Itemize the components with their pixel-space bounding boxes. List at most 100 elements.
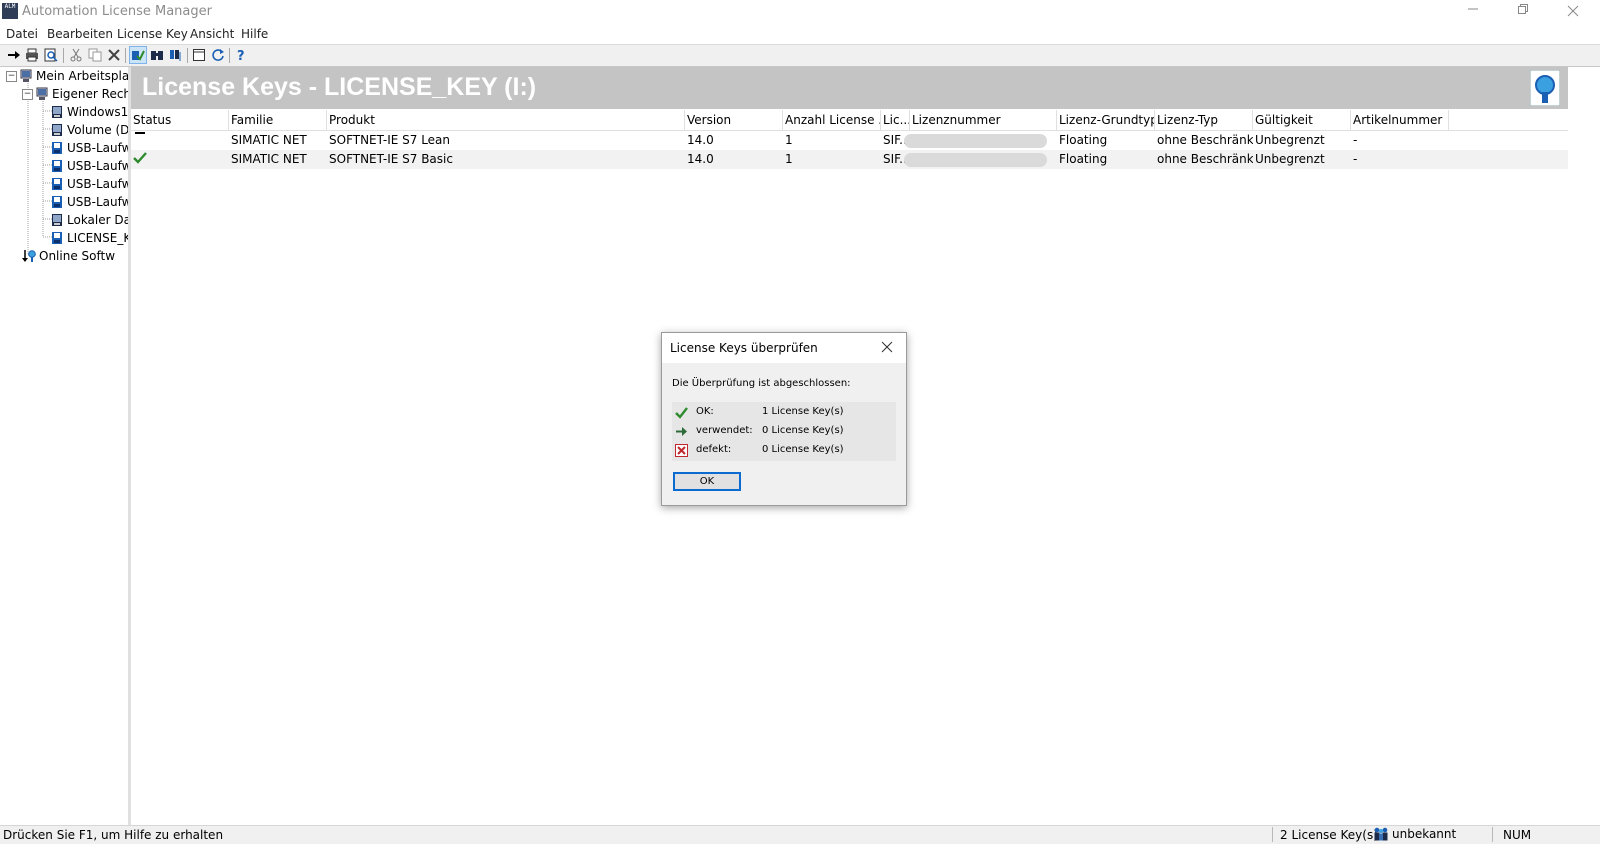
status-help-text: Drücken Sie F1, um Hilfe zu erhalten (3, 828, 224, 842)
print-icon (26, 48, 38, 62)
menu-hilfe[interactable]: Hilfe (241, 27, 268, 41)
binoculars-button[interactable] (149, 47, 165, 63)
result-row-ok: OK: 1 License Key(s) (672, 403, 896, 422)
table-row[interactable]: SIMATIC NET SOFTNET-IE S7 Lean 14.0 1 SIF...… (131, 131, 1568, 150)
cut-button[interactable] (68, 47, 84, 63)
window-button[interactable] (191, 47, 207, 63)
column-header-lic[interactable]: Lic... (881, 110, 910, 130)
column-header-lizenznummer[interactable]: Lizenznummer (910, 110, 1057, 130)
help-button[interactable]: ? (233, 47, 249, 63)
status-state-text: unbekannt (1392, 827, 1457, 841)
tree-item-label: USB-Laufw (67, 141, 131, 155)
cell-lizenznummer (904, 131, 1057, 150)
error-x-icon (675, 444, 688, 457)
column-header-familie[interactable]: Familie (229, 110, 327, 130)
table-row[interactable]: SIMATIC NET SOFTNET-IE S7 Basic 14.0 1 SIF..… (131, 150, 1568, 169)
column-header-produkt[interactable]: Produkt (327, 110, 685, 130)
grid-header: Status Familie Produkt Version Anzahl Licens… (131, 110, 1568, 131)
redacted-license-number (904, 134, 1047, 148)
menu-datei[interactable]: Datei (6, 27, 38, 41)
menu-bar: Datei Bearbeiten License Key Ansicht Hil… (0, 24, 1600, 45)
print-preview-button[interactable] (43, 47, 59, 63)
tree-item[interactable]: Online Softw (22, 247, 115, 265)
cell-status (131, 150, 229, 169)
online-icon (22, 249, 36, 263)
redacted-license-number (904, 153, 1047, 167)
column-header-anzahl[interactable]: Anzahl License ... (783, 110, 881, 130)
usb-drive-icon (50, 141, 64, 155)
find-icon (170, 50, 181, 61)
tree-item-label: Volume (D (67, 123, 130, 137)
column-header-status[interactable]: Status (131, 110, 229, 130)
pane-title: License Keys - LICENSE_KEY (I:) (142, 73, 537, 101)
column-header-version[interactable]: Version (685, 110, 783, 130)
tree-item[interactable]: LICENSE_K (50, 229, 128, 247)
result-label: verwendet: (696, 425, 753, 436)
tree-item[interactable]: USB-Laufw (50, 157, 131, 175)
cell-familie: SIMATIC NET (231, 152, 307, 166)
tree-item-label: Windows1 (67, 105, 129, 119)
tree-item[interactable]: Lokaler Da (50, 211, 131, 229)
tree-expander-icon[interactable]: − (6, 70, 17, 82)
status-num-lock: NUM (1503, 828, 1532, 842)
pane-banner: License Keys - LICENSE_KEY (I:) (131, 67, 1568, 109)
refresh-button[interactable] (210, 47, 226, 63)
transfer-button[interactable] (6, 47, 22, 63)
minimize-button[interactable] (1450, 0, 1496, 24)
cell-lizenznummer (904, 150, 1057, 169)
cell-grundtyp: Floating (1059, 133, 1108, 147)
cell-artikelnummer: - (1353, 152, 1358, 166)
column-header-gueltigkeit[interactable]: Gültigkeit (1253, 110, 1351, 130)
column-header-typ[interactable]: Lizenz-Typ (1155, 110, 1253, 130)
status-bar: Drücken Sie F1, um Hilfe zu erhalten 2 L… (0, 825, 1600, 844)
cell-typ: ohne Beschränk... (1157, 152, 1253, 166)
menu-ansicht[interactable]: Ansicht (190, 27, 234, 41)
result-label: OK: (696, 406, 714, 417)
tree-item[interactable]: − Mein Arbeitspla (6, 67, 128, 85)
svg-text:?: ? (237, 49, 245, 62)
cell-version: 14.0 (687, 133, 714, 147)
column-header-artikelnummer[interactable]: Artikelnummer (1351, 110, 1449, 130)
cell-produkt: SOFTNET-IE S7 Basic (329, 152, 453, 166)
usb-drive-icon (50, 195, 64, 209)
print-button[interactable] (24, 47, 40, 63)
result-label: defekt: (696, 444, 732, 455)
tree-item[interactable]: Windows1 (50, 103, 128, 121)
refresh-icon (212, 49, 224, 61)
tree-item[interactable]: USB-Laufw (50, 175, 128, 193)
restore-button[interactable] (1500, 0, 1546, 24)
delete-button[interactable] (106, 47, 122, 63)
status-key-count: 2 License Key(s) (1280, 828, 1378, 842)
tree-item-label: USB-Laufw (67, 159, 131, 173)
tree-item[interactable]: USB-Laufw (50, 193, 131, 211)
check-keys-button[interactable] (129, 46, 147, 64)
tree-item[interactable]: Volume (D (50, 121, 130, 139)
tree-item-label: Lokaler Da (67, 213, 131, 227)
drive-icon (50, 105, 64, 119)
tree-item[interactable]: USB-Laufw (50, 139, 131, 157)
usb-drive-icon (50, 177, 64, 191)
close-button[interactable] (1550, 0, 1596, 24)
column-header-grundtyp[interactable]: Lizenz-Grundtyp (1057, 110, 1155, 130)
tree-item-label: USB-Laufw (67, 195, 131, 209)
find-button[interactable] (168, 47, 184, 63)
cell-familie: SIMATIC NET (231, 133, 307, 147)
tree-item[interactable]: − Eigener Rech (22, 85, 128, 103)
menu-bearbeiten[interactable]: Bearbeiten (47, 27, 113, 41)
menu-license-key[interactable]: License Key (117, 27, 188, 41)
license-badge-icon (1530, 70, 1560, 106)
ok-button[interactable]: OK (673, 472, 741, 491)
computer-icon (19, 69, 33, 83)
cell-typ: ohne Beschränk... (1157, 133, 1253, 147)
window-title: Automation License Manager (22, 4, 212, 19)
dialog-close-button[interactable] (876, 337, 898, 359)
window-icon (193, 49, 205, 61)
close-icon (1567, 5, 1579, 17)
arrow-right-icon (676, 427, 687, 436)
tree-expander-icon[interactable]: − (22, 88, 33, 100)
cell-gueltigkeit: Unbegrenzt (1255, 152, 1325, 166)
copy-button[interactable] (87, 47, 103, 63)
check-keys-icon (132, 50, 145, 61)
usb-drive-icon (50, 231, 64, 245)
help-icon: ? (237, 49, 245, 62)
